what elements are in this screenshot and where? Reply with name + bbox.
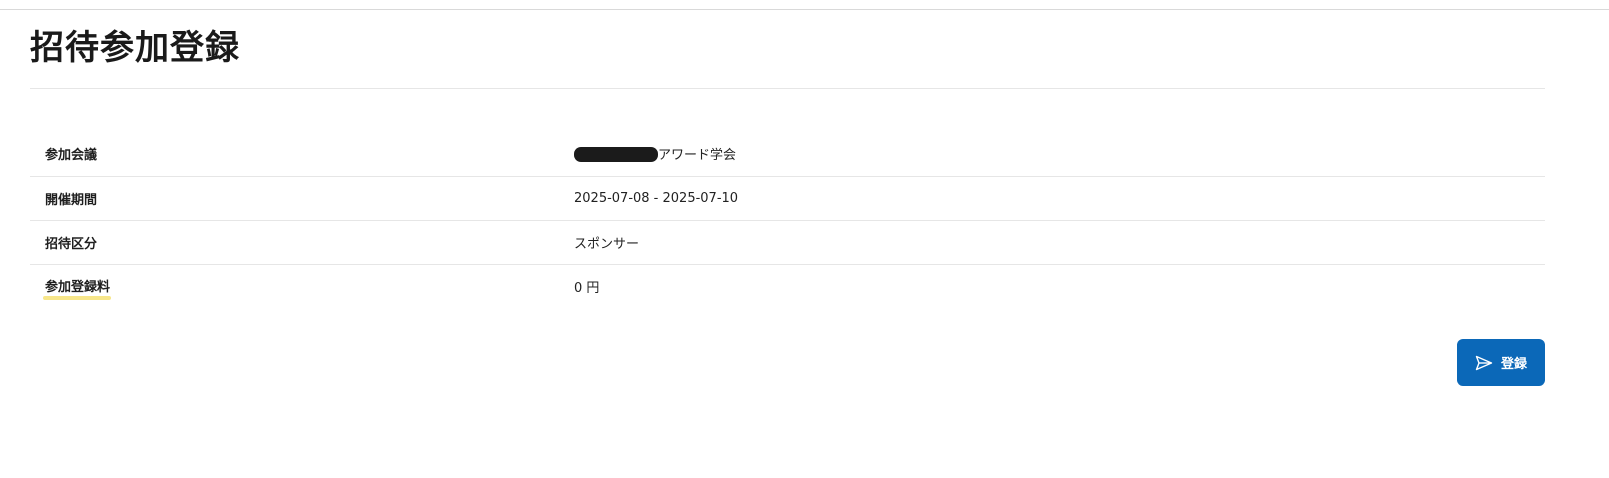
register-button[interactable]: 登録: [1457, 339, 1545, 386]
fee-label: 参加登録料: [42, 276, 112, 301]
registration-details-table: 参加会議 アワード学会 開催期間 2025-07-08 - 2025-07-10…: [30, 132, 1545, 308]
title-divider: [30, 88, 1545, 89]
table-row-period: 開催期間 2025-07-08 - 2025-07-10: [30, 175, 1545, 220]
top-divider: [0, 9, 1609, 10]
send-icon: [1475, 355, 1493, 371]
table-row-fee: 参加登録料 0 円: [30, 263, 1545, 308]
redaction-mark: [574, 147, 658, 163]
conference-value: アワード学会: [574, 132, 1545, 176]
table-row-invitation-type: 招待区分 スポンサー: [30, 219, 1545, 264]
register-button-label: 登録: [1500, 357, 1527, 372]
conference-name: アワード学会: [658, 148, 737, 164]
conference-label: 参加会議: [45, 148, 98, 164]
fee-label-cell: 参加登録料: [30, 263, 574, 308]
table-row-conference: 参加会議 アワード学会: [30, 132, 1545, 176]
invitation-type-label: 招待区分: [30, 219, 574, 264]
page-title: 招待参加登録: [30, 28, 240, 68]
invitation-type-value: スポンサー: [574, 219, 1545, 264]
period-value: 2025-07-08 - 2025-07-10: [574, 175, 1545, 220]
fee-value: 0 円: [574, 263, 1545, 308]
period-label: 開催期間: [30, 175, 574, 220]
